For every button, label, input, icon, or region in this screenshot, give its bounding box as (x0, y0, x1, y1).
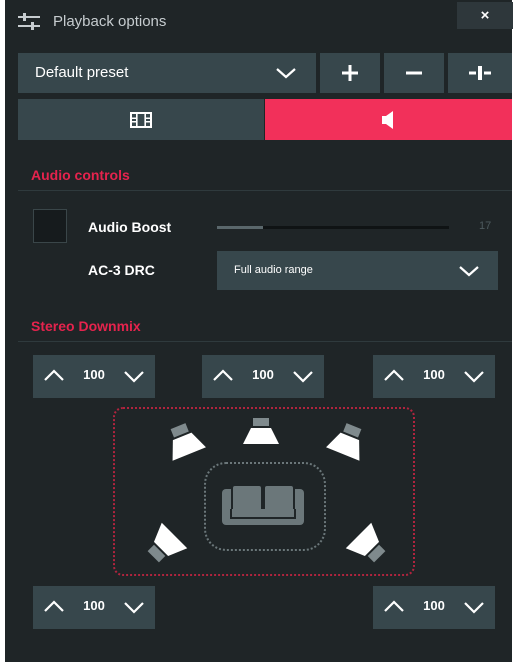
audio-boost-slider[interactable] (217, 226, 449, 229)
audio-boost-label: Audio Boost (88, 219, 172, 235)
split-button[interactable] (448, 53, 512, 93)
divider (18, 190, 512, 191)
rear-left-speaker-icon[interactable] (143, 522, 189, 566)
rear-left-stepper: 100 (33, 586, 155, 629)
center-speaker-icon[interactable] (243, 418, 279, 446)
audio-boost-slider-fill (217, 226, 264, 229)
audio-controls-heading: Audio controls (31, 167, 130, 183)
plus-icon (342, 65, 358, 81)
preset-dropdown[interactable]: Default preset (18, 53, 316, 93)
drc-dropdown[interactable]: Full audio range (217, 251, 498, 290)
close-button[interactable]: × (457, 2, 513, 29)
chevron-down-icon[interactable] (463, 598, 485, 616)
audio-boost-value: 17 (479, 220, 492, 232)
preset-selected: Default preset (35, 64, 129, 81)
couch-icon (222, 484, 304, 525)
drc-label: AC-3 DRC (88, 262, 155, 278)
front-left-stepper: 100 (33, 355, 155, 398)
playback-options-panel: Playback options × Default preset Audio … (5, 0, 513, 662)
remove-preset-button[interactable] (384, 53, 444, 93)
audio-boost-checkbox[interactable] (33, 209, 67, 243)
chevron-down-icon[interactable] (123, 367, 145, 385)
title-bar: Playback options × (5, 0, 513, 46)
rear-right-speaker-icon[interactable] (344, 522, 390, 566)
speaker-icon (381, 110, 393, 129)
front-right-stepper: 100 (373, 355, 495, 398)
rear-right-stepper: 100 (373, 586, 495, 629)
chevron-down-icon (459, 266, 479, 277)
divider (18, 341, 512, 342)
chevron-down-icon[interactable] (292, 367, 314, 385)
window-title: Playback options (53, 13, 167, 30)
chevron-down-icon (276, 68, 296, 79)
chevron-down-icon[interactable] (123, 598, 145, 616)
add-preset-button[interactable] (320, 53, 380, 93)
front-left-speaker-icon[interactable] (165, 422, 209, 464)
split-icon (469, 66, 491, 80)
close-icon: × (480, 7, 490, 24)
tab-video[interactable] (18, 99, 264, 140)
chevron-down-icon[interactable] (463, 367, 485, 385)
film-icon (130, 111, 152, 128)
center-stepper: 100 (202, 355, 324, 398)
minus-icon (406, 71, 422, 75)
front-right-speaker-icon[interactable] (323, 422, 367, 464)
drc-selected: Full audio range (234, 264, 313, 276)
sliders-icon (18, 13, 40, 30)
stereo-downmix-heading: Stereo Downmix (31, 318, 141, 334)
tab-audio[interactable] (265, 99, 512, 140)
